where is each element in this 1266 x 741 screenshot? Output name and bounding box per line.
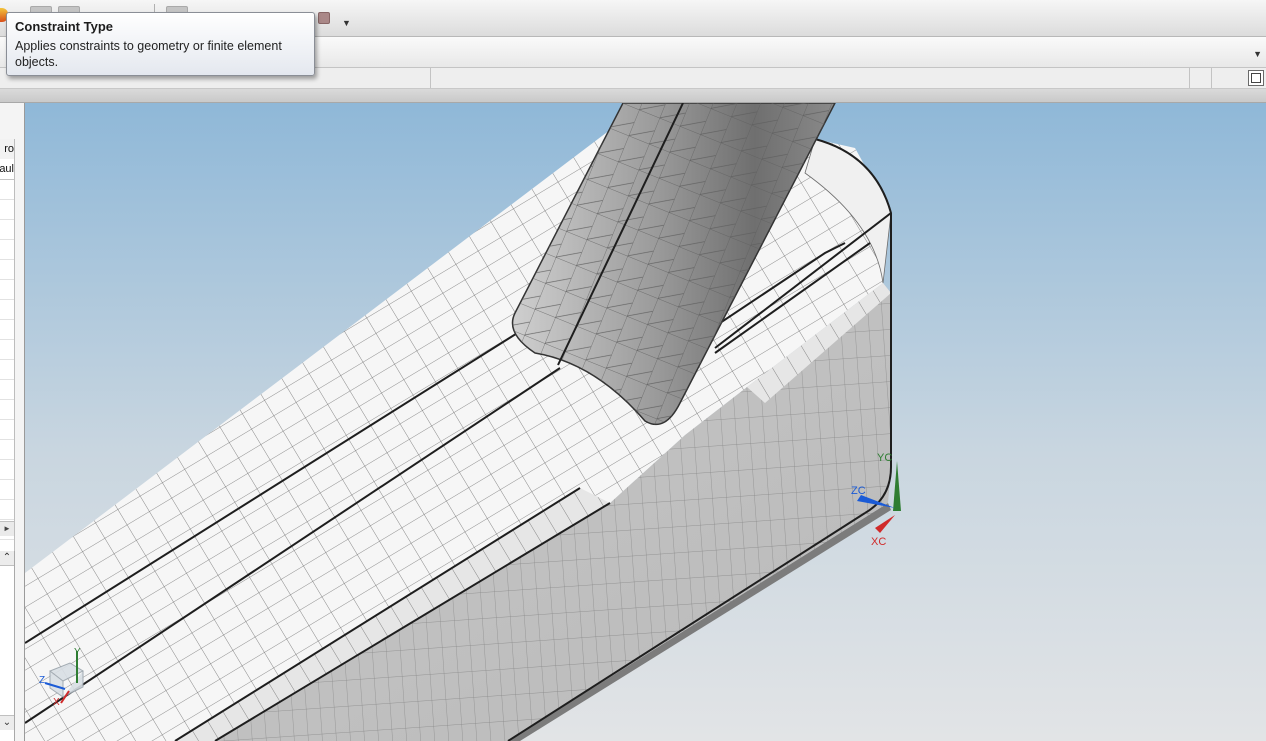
status-divider bbox=[1211, 68, 1212, 88]
navigator-header[interactable]: ro bbox=[0, 139, 14, 160]
navigator-row-line bbox=[0, 379, 14, 380]
constraint-type-tooltip: Constraint Type Applies constraints to g… bbox=[6, 12, 315, 76]
navigator-panel[interactable]: ro aul ► ⌃ ⌄ bbox=[0, 103, 25, 741]
corner-axis-x: X bbox=[53, 697, 60, 708]
maximize-view-icon[interactable] bbox=[1248, 70, 1264, 86]
toolbar-button-4[interactable] bbox=[318, 12, 330, 24]
navigator-row-line bbox=[0, 279, 14, 280]
navigator-row-line bbox=[0, 319, 14, 320]
navigator-row-line bbox=[0, 459, 14, 460]
tooltip-title: Constraint Type bbox=[15, 19, 113, 34]
scroll-right-icon[interactable]: ► bbox=[0, 521, 14, 536]
navigator-row-line bbox=[0, 419, 14, 420]
axis-label-y: YC bbox=[877, 452, 892, 464]
navigator-row-line bbox=[0, 439, 14, 440]
tooltip-body: Applies constraints to geometry or finit… bbox=[15, 39, 282, 69]
status-divider bbox=[1189, 68, 1190, 88]
status-divider bbox=[430, 68, 431, 88]
navigator-row-line bbox=[0, 239, 14, 240]
navigator-row-line bbox=[0, 219, 14, 220]
scroll-up-icon[interactable]: ⌃ bbox=[0, 551, 14, 566]
corner-axis-y: Y bbox=[74, 647, 81, 658]
details-panel[interactable] bbox=[0, 551, 15, 741]
navigator-row-line bbox=[0, 339, 14, 340]
scroll-down-icon[interactable]: ⌄ bbox=[0, 715, 14, 730]
dropdown-arrow-icon[interactable]: ▼ bbox=[342, 18, 351, 28]
graphics-window-titlebar bbox=[0, 89, 1266, 103]
dropdown-arrow-icon[interactable]: ▼ bbox=[1253, 49, 1262, 59]
navigator-row-line bbox=[0, 499, 14, 500]
corner-axis-z: Z bbox=[39, 675, 45, 686]
graphics-viewport[interactable]: YC ZC XC Y Z X bbox=[25, 103, 1266, 741]
navigator-row-line bbox=[0, 259, 14, 260]
navigator-row[interactable]: aul bbox=[0, 159, 14, 180]
fe-mesh-model[interactable]: YC ZC XC Y Z X bbox=[25, 103, 1266, 741]
navigator-row-line bbox=[0, 199, 14, 200]
navigator-row-line bbox=[0, 539, 14, 540]
axis-label-x: XC bbox=[871, 536, 886, 548]
navigator-row-line bbox=[0, 299, 14, 300]
navigator-row-line bbox=[0, 399, 14, 400]
navigator-row-line bbox=[0, 519, 14, 520]
axis-label-z: ZC bbox=[851, 485, 866, 497]
navigator-row-line bbox=[0, 359, 14, 360]
navigator-row-line bbox=[0, 479, 14, 480]
